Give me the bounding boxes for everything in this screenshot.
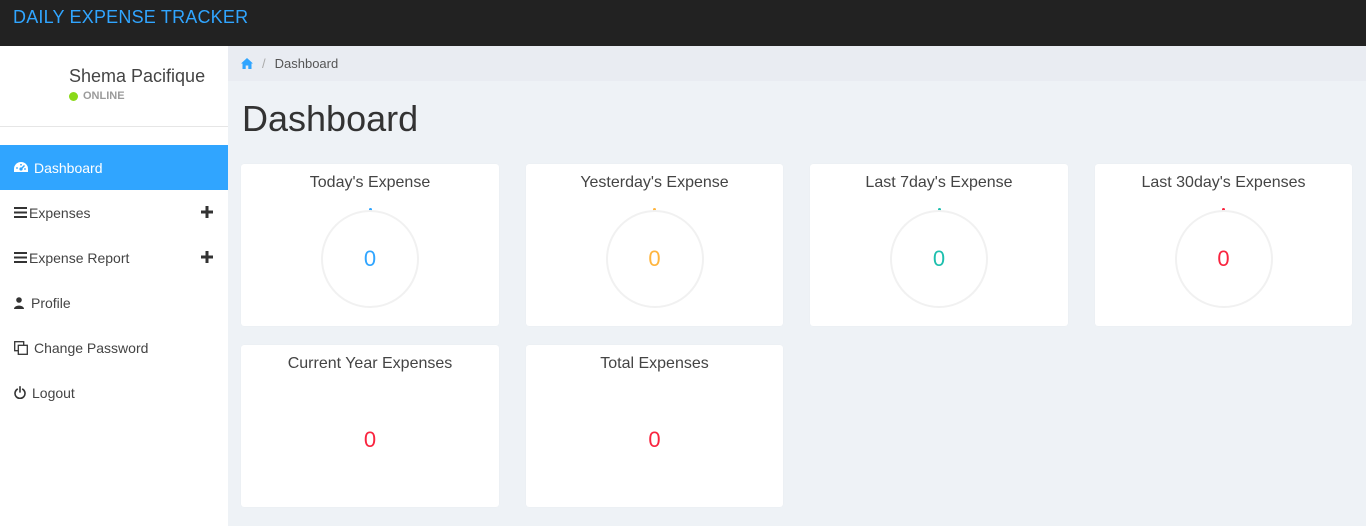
sidebar-item-expense-report[interactable]: Expense Report: [0, 235, 228, 280]
top-navbar: DAILY EXPENSE TRACKER: [0, 0, 1366, 46]
list-icon: [13, 205, 27, 221]
card-value: 0: [932, 246, 946, 271]
sidebar-item-label: Logout: [32, 384, 75, 401]
sidebar-item-profile[interactable]: Profile: [0, 280, 228, 325]
sidebar-item-expenses[interactable]: Expenses: [0, 190, 228, 235]
sidebar-item-label: Expense Report: [29, 249, 130, 266]
sidebar-menu: Dashboard Expenses Expense Report Profil…: [0, 145, 228, 415]
sidebar-item-change-password[interactable]: Change Password: [0, 325, 228, 370]
card-title: Today's Expense: [309, 174, 431, 191]
user-status: ONLINE: [69, 90, 125, 102]
card-value: 0: [363, 427, 377, 452]
card-title: Yesterday's Expense: [580, 174, 729, 191]
sidebar-item-dashboard[interactable]: Dashboard: [0, 145, 228, 190]
expense-card-yesterday: Yesterday's Expense 0: [526, 164, 783, 326]
sidebar-item-logout[interactable]: Logout: [0, 370, 228, 415]
card-value: 0: [1217, 246, 1230, 271]
breadcrumb-separator: /: [262, 56, 266, 71]
sidebar-item-label: Dashboard: [34, 159, 103, 176]
expense-card-total: Total Expenses 0: [526, 345, 783, 507]
breadcrumb: / Dashboard: [228, 46, 1366, 81]
dashboard-icon: [13, 160, 29, 176]
card-title: Last 7day's Expense: [865, 174, 1013, 191]
power-icon: [13, 385, 27, 401]
card-value: 0: [363, 246, 377, 271]
expand-plus-icon[interactable]: [199, 249, 215, 265]
card-title: Last 30day's Expenses: [1141, 174, 1306, 191]
copy-icon: [13, 340, 29, 356]
expand-plus-icon[interactable]: [199, 204, 215, 220]
card-title: Total Expenses: [600, 355, 709, 372]
expense-card-today: Today's Expense 0: [241, 164, 499, 326]
expense-card-last-7-days: Last 7day's Expense 0: [810, 164, 1068, 326]
card-value: 0: [648, 246, 661, 271]
expense-card-current-year: Current Year Expenses 0: [241, 345, 499, 507]
sidebar: Shema Pacifique ONLINE Dashboard Expense…: [0, 46, 228, 526]
status-label: ONLINE: [83, 90, 125, 102]
user-name: Shema Pacifique: [69, 66, 206, 86]
app-title[interactable]: DAILY EXPENSE TRACKER: [13, 7, 248, 28]
sidebar-item-label: Change Password: [34, 339, 149, 356]
card-title: Current Year Expenses: [287, 355, 453, 372]
online-status-dot: [69, 91, 78, 101]
list-icon: [13, 250, 27, 266]
breadcrumb-current: Dashboard: [274, 56, 339, 71]
card-value: 0: [648, 427, 661, 452]
expense-card-last-30-days: Last 30day's Expenses 0: [1095, 164, 1352, 326]
user-profile: Shema Pacifique ONLINE: [0, 46, 228, 127]
page-title: Dashboard: [242, 98, 419, 139]
user-icon: [13, 295, 25, 311]
home-icon[interactable]: [241, 58, 253, 69]
sidebar-item-label: Expenses: [29, 204, 91, 221]
sidebar-item-label: Profile: [31, 294, 71, 311]
